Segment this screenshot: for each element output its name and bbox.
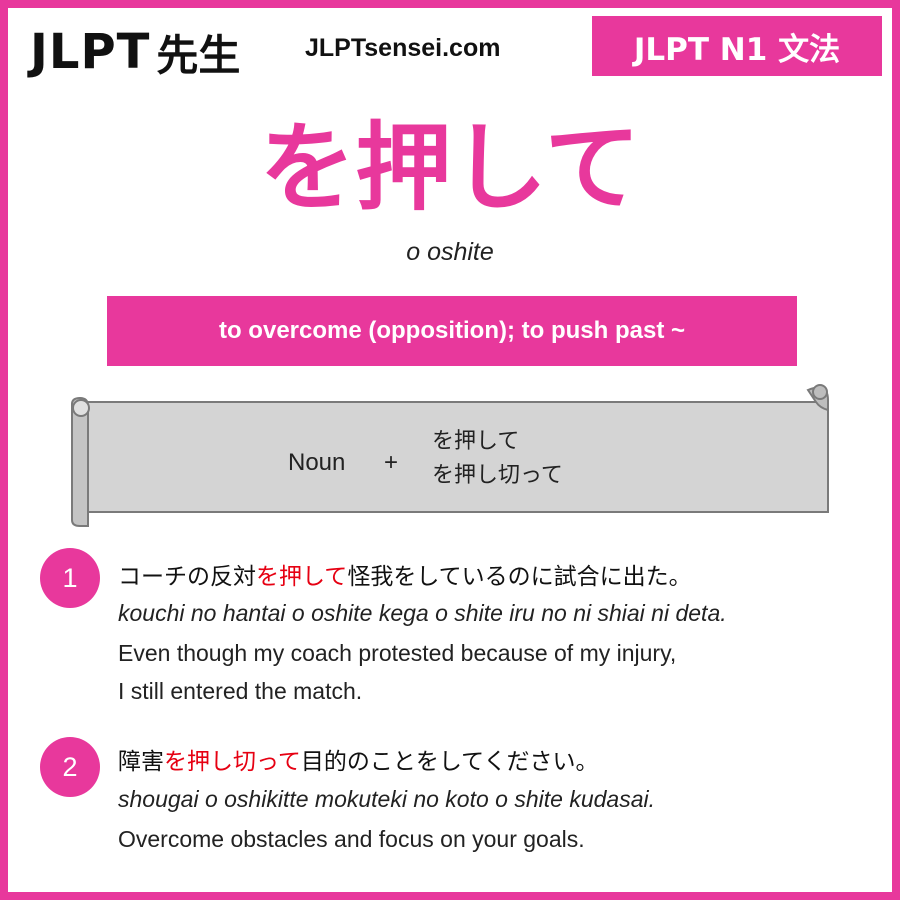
logo-jlpt-text: JLPT: [30, 24, 151, 80]
example-1-romaji: kouchi no hantai o oshite kega o shite i…: [118, 600, 727, 626]
formula-form-2: を押し切って: [432, 463, 563, 488]
example-1-japanese: コーチの反対を押して怪我をしているのに試合に出た。: [118, 557, 692, 591]
formula-form-1: を押して: [432, 429, 520, 454]
grammar-romaji: o oshite: [406, 238, 494, 266]
grammar-meaning: to overcome (opposition); to push past ~: [107, 296, 797, 366]
example-1-jp-highlight: を押して: [256, 564, 348, 590]
site-url[interactable]: JLPTsensei.com: [305, 34, 500, 63]
logo-sensei-text: 先生: [156, 30, 241, 80]
example-2-number: 2: [40, 737, 100, 797]
level-badge: JLPT N1 文法: [592, 16, 882, 76]
example-2-jp-after: 目的のことをしてください。: [300, 749, 599, 775]
formula-plus: +: [384, 449, 399, 476]
example-2-jp-highlight: を押し切って: [164, 749, 301, 775]
example-2-romaji: shougai o oshikitte mokuteki no koto o s…: [118, 786, 655, 812]
example-1-jp-before: コーチの反対: [118, 564, 256, 590]
jlpt-sensei-logo[interactable]: JLPT 先生: [30, 22, 240, 82]
example-2-jp-before: 障害: [118, 749, 164, 775]
example-1-number: 1: [40, 548, 100, 608]
example-1-english-line2: I still entered the match.: [118, 678, 363, 704]
example-1-jp-after: 怪我をしているのに試合に出た。: [347, 564, 692, 590]
grammar-title: を押して: [259, 112, 641, 224]
example-2-english-line1: Overcome obstacles and focus on your goa…: [118, 826, 585, 852]
formula-forms: を押して を押し切って: [432, 425, 563, 493]
formula-noun: Noun: [288, 449, 346, 476]
example-2-japanese: 障害を押し切って目的のことをしてください。: [118, 742, 598, 776]
example-1-english-line1: Even though my coach protested because o…: [118, 640, 677, 666]
